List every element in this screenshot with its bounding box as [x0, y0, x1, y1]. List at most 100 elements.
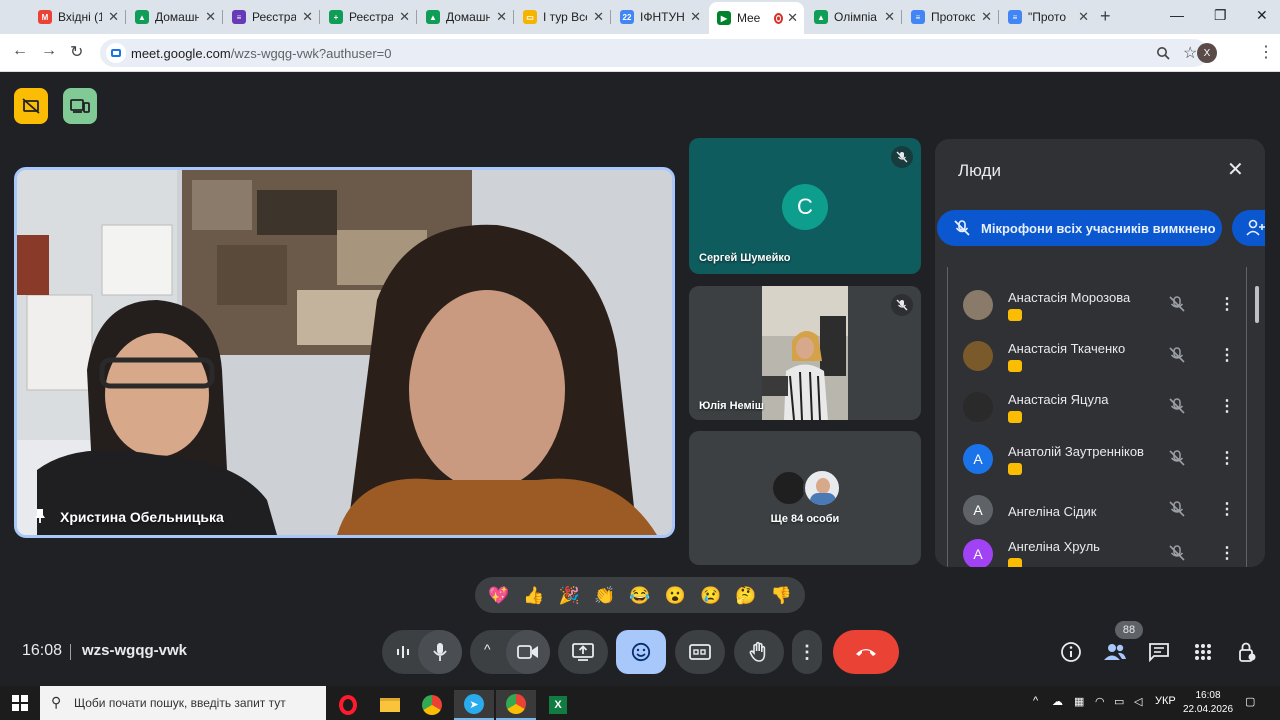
mic-off-icon[interactable]	[1168, 449, 1186, 467]
activities-button[interactable]	[1189, 638, 1217, 666]
reaction-emoji-button[interactable]: 🤔	[735, 587, 756, 604]
browser-tab[interactable]: ▭ І тур Всє ✕	[515, 4, 610, 30]
battery-icon[interactable]: ▭	[1114, 695, 1124, 708]
close-tab-icon[interactable]: ✕	[783, 10, 798, 26]
tray-overflow-icon[interactable]: ^	[1033, 695, 1038, 707]
participant-tile-yulia[interactable]: Юлія Неміш	[689, 286, 921, 420]
more-vert-icon[interactable]: ⋮	[1219, 543, 1235, 563]
mic-off-icon[interactable]	[1168, 295, 1186, 313]
volume-icon[interactable]: ◁	[1134, 695, 1142, 708]
minimize-window-icon[interactable]: —	[1170, 7, 1184, 23]
leave-call-button[interactable]	[833, 630, 899, 674]
reaction-emoji-button[interactable]: 😢	[700, 587, 721, 604]
windows-start-icon[interactable]	[12, 695, 28, 711]
captions-button[interactable]	[675, 630, 725, 674]
host-controls-button[interactable]	[1233, 638, 1261, 666]
file-explorer-icon[interactable]	[370, 690, 410, 720]
network-icon[interactable]: ▦	[1074, 695, 1084, 708]
participant-row[interactable]: A Ангеліна Хруль ⋮	[963, 534, 1253, 567]
participant-row[interactable]: Анастасія Яцула ⋮	[963, 387, 1253, 431]
mic-off-icon[interactable]	[1168, 346, 1186, 364]
close-window-icon[interactable]: ✕	[1256, 7, 1268, 24]
browser-tab[interactable]: ▲ Домашн ✕	[127, 4, 222, 30]
onedrive-icon[interactable]: ☁	[1052, 695, 1063, 708]
taskbar-clock[interactable]: 16:08 22.04.2026	[1183, 689, 1233, 717]
browser-tab[interactable]: + Реєстра ✕	[321, 4, 416, 30]
microphone-button[interactable]	[418, 630, 462, 674]
reaction-emoji-button[interactable]: 😂	[629, 587, 650, 604]
reaction-emoji-button[interactable]: 🎉	[559, 587, 580, 604]
reaction-emoji-button[interactable]: 💖	[488, 587, 509, 604]
main-speaker-tile[interactable]: Христина Обельницька	[14, 167, 675, 538]
close-icon[interactable]: ✕	[1227, 157, 1244, 182]
browser-tab[interactable]: ≡ "Прото ✕	[1000, 4, 1095, 30]
browser-tab[interactable]: ≡ Протоко ✕	[903, 4, 998, 30]
close-tab-icon[interactable]: ✕	[104, 9, 119, 25]
zoom-icon[interactable]	[1156, 46, 1170, 60]
browser-tab[interactable]: ▲ Домашн ✕	[418, 4, 513, 30]
browser-tab[interactable]: ≡ Реєстра ✕	[224, 4, 319, 30]
more-vert-icon[interactable]: ⋮	[1219, 499, 1235, 519]
mic-off-icon[interactable]	[1168, 500, 1186, 518]
more-vert-icon[interactable]: ⋮	[1219, 448, 1235, 468]
close-tab-icon[interactable]: ✕	[298, 9, 313, 25]
close-tab-icon[interactable]: ✕	[589, 9, 604, 25]
opera-icon[interactable]	[328, 690, 368, 720]
companion-mode-button[interactable]	[63, 88, 97, 124]
camera-button[interactable]	[506, 630, 550, 674]
bookmark-star-icon[interactable]: ☆	[1183, 43, 1197, 63]
new-tab-button[interactable]: +	[1100, 6, 1111, 27]
reload-icon[interactable]: ↻	[70, 42, 83, 62]
wifi-icon[interactable]: ◠	[1095, 695, 1105, 708]
taskbar-search-box[interactable]: ⚲ Щоби почати пошук, введіть запит тут	[40, 686, 326, 720]
reactions-button[interactable]	[616, 630, 666, 674]
browser-menu-icon[interactable]: ⋮	[1258, 42, 1274, 62]
pin-icon[interactable]	[33, 508, 47, 524]
excel-icon[interactable]: X	[538, 690, 578, 720]
more-participants-tile[interactable]: Ще 84 особи	[689, 431, 921, 565]
participant-row[interactable]: Анастасія Ткаченко ⋮	[963, 336, 1253, 380]
more-options-button[interactable]: ⋮	[792, 630, 822, 674]
no-video-indicator-button[interactable]	[14, 88, 48, 124]
more-vert-icon[interactable]: ⋮	[1219, 294, 1235, 314]
site-info-icon[interactable]	[106, 43, 126, 63]
participant-row[interactable]: Анастасія Морозова ⋮	[963, 285, 1253, 329]
forward-icon[interactable]: →	[41, 42, 57, 60]
restore-window-icon[interactable]: ❐	[1214, 7, 1227, 24]
close-tab-icon[interactable]: ✕	[492, 9, 507, 25]
reaction-emoji-button[interactable]: 👎	[771, 587, 792, 604]
chat-button[interactable]	[1145, 638, 1173, 666]
participant-list-scrollbar[interactable]	[1255, 286, 1259, 323]
close-tab-icon[interactable]: ✕	[880, 9, 895, 25]
add-people-button[interactable]	[1232, 210, 1265, 246]
more-vert-icon[interactable]: ⋮	[1219, 396, 1235, 416]
mic-off-icon[interactable]	[1168, 397, 1186, 415]
browser-tab[interactable]: ▶ Mee ✕	[709, 2, 804, 34]
browser-tab[interactable]: M Вхідні (1 ✕	[30, 4, 125, 30]
close-tab-icon[interactable]: ✕	[1074, 9, 1089, 25]
close-tab-icon[interactable]: ✕	[977, 9, 992, 25]
reaction-emoji-button[interactable]: 👍	[523, 587, 544, 604]
input-language[interactable]: УКР	[1155, 695, 1176, 707]
present-screen-button[interactable]	[558, 630, 608, 674]
mic-off-icon[interactable]	[1168, 544, 1186, 562]
close-tab-icon[interactable]: ✕	[686, 9, 701, 25]
url-text[interactable]: meet.google.com/wzs-wgqg-vwk?authuser=0	[131, 46, 392, 61]
participant-row[interactable]: A Анатолій Заутренніков ⋮	[963, 439, 1253, 483]
mute-all-status-button[interactable]: Мікрофони всіх учасників вимкнено	[937, 210, 1222, 246]
back-icon[interactable]: ←	[12, 42, 28, 60]
more-vert-icon[interactable]: ⋮	[1219, 345, 1235, 365]
profile-avatar[interactable]: X	[1197, 43, 1217, 63]
reaction-emoji-button[interactable]: 👏	[594, 587, 615, 604]
close-tab-icon[interactable]: ✕	[201, 9, 216, 25]
browser-tab[interactable]: ▲ Олімпіа ✕	[806, 4, 901, 30]
chrome-active-icon[interactable]	[496, 690, 536, 720]
raise-hand-button[interactable]	[734, 630, 784, 674]
chrome-icon[interactable]	[412, 690, 452, 720]
participant-row[interactable]: A Ангеліна Сідик ⋮	[963, 490, 1253, 534]
telegram-icon[interactable]: ➤	[454, 690, 494, 720]
people-button[interactable]	[1101, 638, 1129, 666]
reaction-emoji-button[interactable]: 😮	[665, 587, 686, 604]
notifications-icon[interactable]: ▢	[1245, 695, 1255, 708]
close-tab-icon[interactable]: ✕	[395, 9, 410, 25]
